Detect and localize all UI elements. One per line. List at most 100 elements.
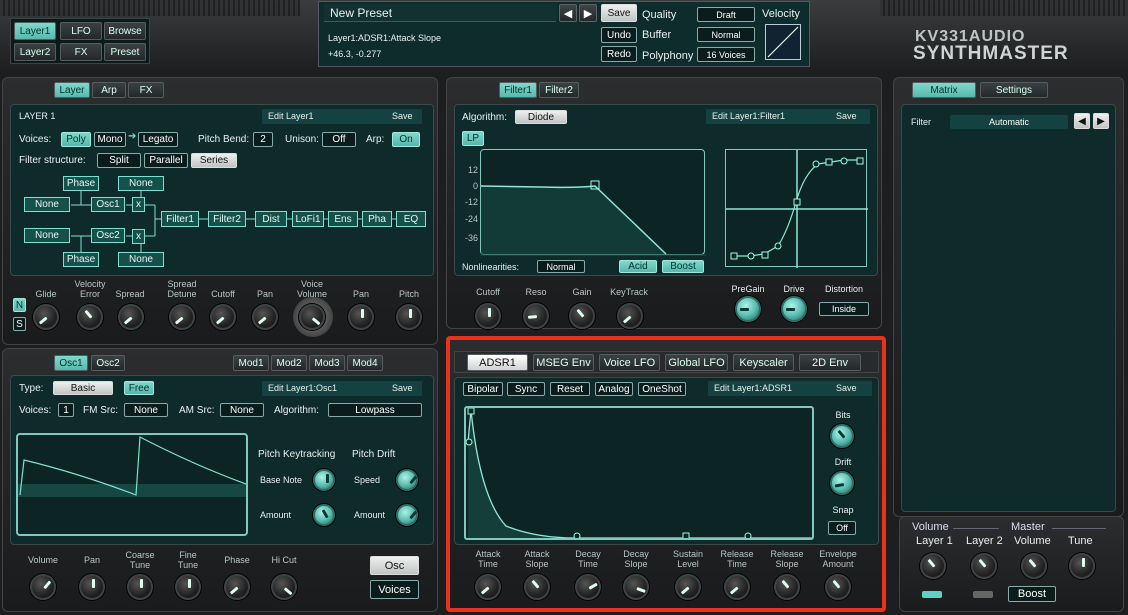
pitch-knob[interactable] [396,304,422,330]
oneshot-button[interactable]: OneShot [638,382,686,396]
none-node-2[interactable]: None [24,228,70,243]
phase-node-1[interactable]: Phase [63,176,99,191]
tab-layer[interactable]: Layer [54,82,90,98]
filter-keytrack-knob[interactable] [617,303,643,329]
drift-speed-knob[interactable] [396,469,418,491]
filter-algorithm-select[interactable]: Diode [515,110,567,124]
split-button[interactable]: Split [97,153,141,168]
envelope-amount-knob[interactable] [825,574,851,600]
tab-matrix[interactable]: Matrix [912,82,976,98]
envelope-graph[interactable] [464,406,814,540]
osc-volume-knob[interactable] [30,574,56,600]
pan-knob[interactable] [252,304,278,330]
nonlinearities-select[interactable]: Normal [537,260,585,273]
tab-2d-env[interactable]: 2D Env [799,354,861,371]
velocity-curve[interactable] [765,24,801,60]
cutoff-knob[interactable] [210,304,236,330]
base-note-knob[interactable] [313,469,335,491]
filter-reso-knob[interactable] [523,303,549,329]
fine-tune-knob[interactable] [175,574,201,600]
tab-settings[interactable]: Settings [980,82,1048,98]
filter-save-button[interactable]: Save [836,111,857,121]
arp-toggle[interactable]: On [392,132,420,147]
matrix-next-button[interactable]: ▶ [1093,113,1109,129]
layer1-led[interactable] [922,591,942,598]
decay-slope-knob[interactable] [623,574,649,600]
s-button[interactable]: S [13,317,26,331]
osc-pan-knob[interactable] [79,574,105,600]
mono-button[interactable]: Mono [94,132,126,147]
tab-arp[interactable]: Arp [92,82,126,98]
filter-response-graph[interactable] [480,149,706,256]
tab-global-lfo[interactable]: Global LFO [665,354,728,371]
voices-view-button[interactable]: Voices [370,580,419,599]
spread-knob[interactable] [118,304,144,330]
nav-tab-layer1[interactable]: Layer1 [14,22,56,40]
n-button[interactable]: N [13,298,26,312]
multiply-node-1[interactable]: x [132,197,145,212]
drift-amount-knob[interactable] [396,504,418,526]
filter-type-lp[interactable]: LP [462,131,484,146]
poly-button[interactable]: Poly [61,132,91,147]
snap-select[interactable]: Off [828,521,856,535]
osc1-node[interactable]: Osc1 [91,197,125,212]
tab-mod4[interactable]: Mod4 [347,355,383,371]
osc-voices-field[interactable]: 1 [58,403,74,417]
voice-pan-knob[interactable] [348,304,374,330]
tab-keyscaler[interactable]: Keyscaler [733,354,794,371]
nav-tab-layer2[interactable]: Layer2 [14,43,56,61]
series-button[interactable]: Series [191,153,237,168]
redo-button[interactable]: Redo [601,46,637,62]
matrix-prev-button[interactable]: ◀ [1074,113,1090,129]
reset-button[interactable]: Reset [550,382,590,396]
layer2-led[interactable] [973,591,993,598]
none-node-bottom[interactable]: None [118,252,164,267]
osc-algorithm-select[interactable]: Lowpass [328,403,422,417]
analog-button[interactable]: Analog [595,382,633,396]
attack-time-knob[interactable] [475,574,501,600]
tab-layer-fx[interactable]: FX [128,82,164,98]
filter-gain-knob[interactable] [569,303,595,329]
tab-osc2[interactable]: Osc2 [91,355,125,371]
keytrack-amount-knob[interactable] [313,504,335,526]
tab-adsr1[interactable]: ADSR1 [467,354,528,371]
layer-save-button[interactable]: Save [392,111,413,121]
layer2-volume-knob[interactable] [971,553,997,579]
none-node-top[interactable]: None [118,176,164,191]
chain-filter1[interactable]: Filter1 [161,211,199,227]
phase-knob[interactable] [224,574,250,600]
next-preset-button[interactable]: ▶ [579,4,597,22]
coarse-tune-knob[interactable] [127,574,153,600]
envelope-save-button[interactable]: Save [836,383,857,393]
master-boost-button[interactable]: Boost [1008,586,1056,602]
osc-free-button[interactable]: Free [124,381,154,395]
filter-boost-button[interactable]: Boost [662,260,704,273]
undo-button[interactable]: Undo [601,27,637,43]
tab-filter2[interactable]: Filter2 [539,82,579,98]
pitch-bend-field[interactable]: 2 [253,132,273,147]
drive-knob[interactable] [781,296,807,322]
save-preset-button[interactable]: Save [601,4,637,22]
matrix-filter-select[interactable]: Automatic [950,115,1068,129]
filter-cutoff-knob[interactable] [475,303,501,329]
tab-mod2[interactable]: Mod2 [271,355,307,371]
tab-mod3[interactable]: Mod3 [309,355,345,371]
master-volume-knob[interactable] [1021,553,1047,579]
am-src-select[interactable]: None [220,403,264,417]
osc-save-button[interactable]: Save [392,383,413,393]
layer1-volume-knob[interactable] [920,553,946,579]
osc-type-select[interactable]: Basic [53,381,113,395]
quality-select[interactable]: Draft [697,7,755,22]
sync-button[interactable]: Sync [507,382,545,396]
none-node-1[interactable]: None [24,197,70,212]
pregain-knob[interactable] [735,296,761,322]
tab-mod1[interactable]: Mod1 [233,355,269,371]
tab-filter1[interactable]: Filter1 [499,82,537,98]
osc-view-button[interactable]: Osc [370,556,419,575]
nav-tab-fx[interactable]: FX [60,43,102,61]
chain-eq[interactable]: EQ [396,211,426,227]
nav-tab-lfo[interactable]: LFO [60,22,102,40]
prev-preset-button[interactable]: ◀ [559,4,577,22]
release-time-knob[interactable] [724,574,750,600]
bipolar-button[interactable]: Bipolar [463,382,503,396]
